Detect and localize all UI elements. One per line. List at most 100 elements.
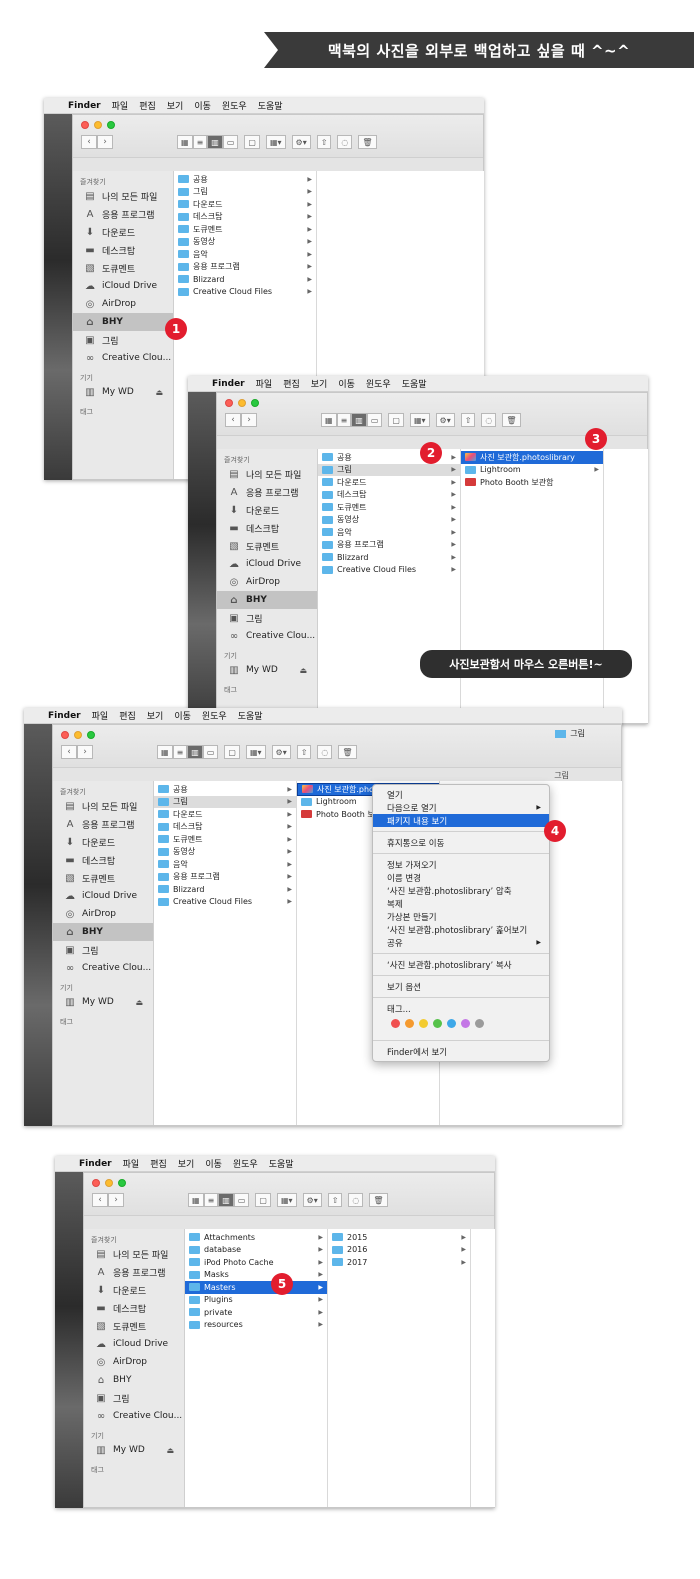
- sidebar-item-home[interactable]: ⌂ BHY: [84, 1371, 184, 1389]
- menu-finder[interactable]: Finder: [79, 1159, 112, 1169]
- menu-item-make-alias[interactable]: 가상본 만들기: [373, 910, 549, 923]
- action-gear-button[interactable]: ⚙▾: [302, 1193, 322, 1207]
- sidebar-item-documents[interactable]: ▧ 도큐멘트: [53, 869, 153, 887]
- photo-booth-row[interactable]: Photo Booth 보관함: [461, 476, 603, 489]
- sidebar-item-creative-cloud[interactable]: ∞ Creative Clou...: [73, 349, 173, 367]
- menu-item-rename[interactable]: 이름 변경: [373, 871, 549, 884]
- gallery-view-button[interactable]: ▭: [233, 1193, 250, 1207]
- folder-row[interactable]: 다운로드 ▶: [154, 808, 296, 821]
- sidebar-item-applications[interactable]: A 응용 프로그램: [217, 483, 317, 501]
- folder-row[interactable]: 데스크탑 ▶: [154, 821, 296, 834]
- folder-row[interactable]: Lightroom▶: [461, 464, 603, 477]
- folder-row[interactable]: 음악 ▶: [318, 526, 460, 539]
- zoom-button[interactable]: [118, 1179, 126, 1187]
- back-button[interactable]: ‹: [92, 1193, 108, 1207]
- sidebar-item-icloud[interactable]: ☁ iCloud Drive: [217, 555, 317, 573]
- gallery-view-button[interactable]: ▭: [366, 413, 383, 427]
- folder-row[interactable]: private ▶: [185, 1306, 327, 1319]
- menu-file[interactable]: 파일: [112, 99, 129, 112]
- menu-item-open-with[interactable]: 다음으로 열기 ▶: [373, 801, 549, 814]
- icon-view-button[interactable]: ▦: [177, 135, 193, 149]
- list-view-button[interactable]: ≡: [172, 745, 188, 759]
- close-button[interactable]: [92, 1179, 100, 1187]
- menu-finder[interactable]: Finder: [212, 379, 245, 389]
- menu-item-reveal-in-finder[interactable]: Finder에서 보기: [373, 1045, 549, 1058]
- share-button[interactable]: ⇧: [296, 745, 312, 759]
- menu-item-open[interactable]: 열기: [373, 788, 549, 801]
- zoom-button[interactable]: [251, 399, 259, 407]
- sidebar-item-pictures[interactable]: ▣ 그림: [53, 941, 153, 959]
- sidebar-item-downloads[interactable]: ⬇ 다운로드: [53, 833, 153, 851]
- share-button[interactable]: ⇧: [460, 413, 476, 427]
- menu-go[interactable]: 이동: [338, 377, 355, 390]
- folder-row[interactable]: 동영상 ▶: [318, 514, 460, 527]
- sidebar-item-home[interactable]: ⌂ BHY: [73, 313, 173, 331]
- folder-row[interactable]: 도큐멘트 ▶: [154, 833, 296, 846]
- action-gear-button[interactable]: ⚙▾: [435, 413, 455, 427]
- folder-row[interactable]: 2016 ▶: [328, 1244, 470, 1257]
- sidebar-item-pictures[interactable]: ▣ 그림: [73, 331, 173, 349]
- list-view-button[interactable]: ≡: [203, 1193, 219, 1207]
- folder-row-selected[interactable]: 그림 ▶: [318, 463, 460, 476]
- menu-view[interactable]: 보기: [311, 377, 328, 390]
- folder-row[interactable]: 데스크탑 ▶: [174, 211, 316, 224]
- sidebar-item-pictures[interactable]: ▣ 그림: [84, 1389, 184, 1407]
- sidebar-item-icloud[interactable]: ☁ iCloud Drive: [53, 887, 153, 905]
- menu-help[interactable]: 도움말: [258, 99, 283, 112]
- folder-row[interactable]: 응용 프로그램 ▶: [174, 261, 316, 274]
- tag-green[interactable]: [433, 1019, 442, 1028]
- menu-finder[interactable]: Finder: [48, 711, 81, 721]
- folder-row[interactable]: 동영상 ▶: [154, 846, 296, 859]
- menu-go[interactable]: 이동: [205, 1157, 222, 1170]
- action-gear-button[interactable]: ⚙▾: [291, 135, 311, 149]
- sidebar-item-icloud[interactable]: ☁ iCloud Drive: [84, 1335, 184, 1353]
- sidebar-item-documents[interactable]: ▧ 도큐멘트: [217, 537, 317, 555]
- folder-row[interactable]: iPod Photo Cache ▶: [185, 1256, 327, 1269]
- forward-button[interactable]: ›: [108, 1193, 124, 1207]
- icon-view-button[interactable]: ▦: [157, 745, 173, 759]
- share-button[interactable]: ⇧: [316, 135, 332, 149]
- sidebar-item-applications[interactable]: A 응용 프로그램: [73, 205, 173, 223]
- eject-icon[interactable]: ⏏: [299, 666, 307, 675]
- sidebar-item-all-files[interactable]: ▤ 나의 모든 파일: [53, 797, 153, 815]
- column-view-button[interactable]: ▥: [187, 745, 203, 759]
- folder-row-masters[interactable]: Masters ▶: [185, 1281, 327, 1294]
- menu-file[interactable]: 파일: [92, 709, 109, 722]
- list-view-button[interactable]: ≡: [336, 413, 352, 427]
- menu-window[interactable]: 윈도우: [233, 1157, 258, 1170]
- menu-help[interactable]: 도움말: [269, 1157, 294, 1170]
- new-folder-button[interactable]: ▢: [244, 135, 260, 149]
- sidebar-item-home[interactable]: ⌂ BHY: [217, 591, 317, 609]
- sidebar-item-downloads[interactable]: ⬇ 다운로드: [73, 223, 173, 241]
- folder-row[interactable]: 도큐멘트 ▶: [318, 501, 460, 514]
- arrange-button[interactable]: ▦▾: [245, 745, 266, 759]
- share-button[interactable]: ⇧: [327, 1193, 343, 1207]
- tag-button[interactable]: ◌: [348, 1193, 364, 1207]
- column-view-button[interactable]: ▥: [207, 135, 223, 149]
- tag-gray[interactable]: [475, 1019, 484, 1028]
- forward-button[interactable]: ›: [97, 135, 113, 149]
- minimize-button[interactable]: [74, 731, 82, 739]
- sidebar-item-all-files[interactable]: ▤ 나의 모든 파일: [73, 187, 173, 205]
- arrange-button[interactable]: ▦▾: [409, 413, 430, 427]
- close-button[interactable]: [61, 731, 69, 739]
- folder-row[interactable]: 응용 프로그램 ▶: [154, 871, 296, 884]
- folder-row[interactable]: Blizzard ▶: [154, 883, 296, 896]
- folder-row[interactable]: Creative Cloud Files ▶: [154, 896, 296, 909]
- column-view-button[interactable]: ▥: [351, 413, 367, 427]
- menu-edit[interactable]: 편집: [119, 709, 136, 722]
- sidebar-item-applications[interactable]: A 응용 프로그램: [53, 815, 153, 833]
- menu-file[interactable]: 파일: [256, 377, 273, 390]
- new-folder-button[interactable]: ▢: [224, 745, 240, 759]
- sidebar-item-downloads[interactable]: ⬇ 다운로드: [217, 501, 317, 519]
- menu-view[interactable]: 보기: [147, 709, 164, 722]
- back-button[interactable]: ‹: [61, 745, 77, 759]
- eject-icon[interactable]: ⏏: [155, 388, 163, 397]
- sidebar-item-my-wd[interactable]: ▥ My WD ⏏: [73, 383, 173, 401]
- minimize-button[interactable]: [238, 399, 246, 407]
- new-folder-button[interactable]: ▢: [255, 1193, 271, 1207]
- menu-window[interactable]: 윈도우: [222, 99, 247, 112]
- folder-row[interactable]: 데스크탑 ▶: [318, 489, 460, 502]
- sidebar-item-my-wd[interactable]: ▥ My WD ⏏: [84, 1441, 184, 1459]
- folder-row[interactable]: 도큐멘트 ▶: [174, 223, 316, 236]
